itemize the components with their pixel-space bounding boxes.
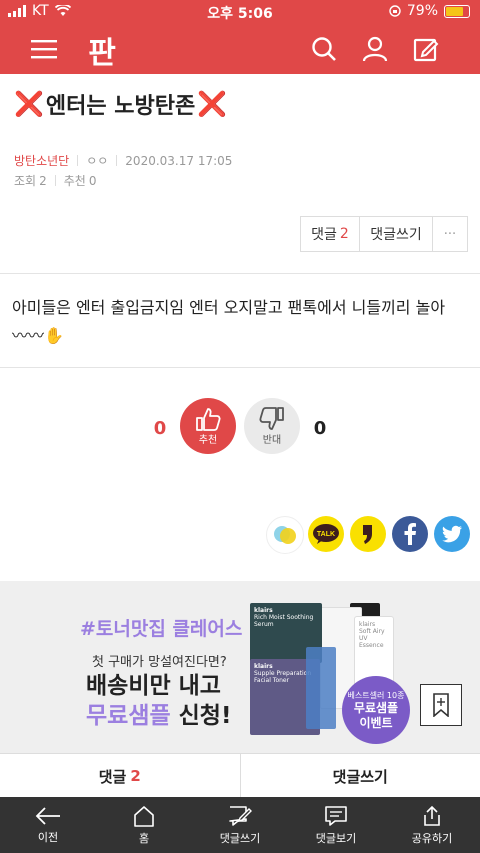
upvote-count: 0 [153, 418, 167, 439]
ad-banner[interactable] [0, 581, 480, 753]
twitter-icon [442, 525, 462, 543]
badge-line2: 이벤트 [359, 715, 393, 730]
x-mark-icon: ❌ [197, 90, 228, 118]
views-count: 2 [39, 173, 47, 188]
content-line: 〰〰✋ [12, 326, 64, 345]
ad-line2-rest: 신청! [170, 703, 232, 729]
search-button[interactable] [302, 24, 346, 74]
story-share[interactable] [350, 516, 386, 552]
thumbs-down-icon [259, 406, 284, 430]
bottom-nav: 이전 홈 댓글쓰기 댓글보기 공유하기 [0, 797, 480, 853]
divider [54, 175, 56, 186]
menu-button[interactable] [22, 24, 66, 74]
more-button[interactable]: ··· [433, 217, 467, 251]
kakaostory-share[interactable] [266, 516, 304, 554]
app-header: 판 [0, 24, 480, 74]
kakaotalk-icon: TALK [313, 524, 339, 544]
story-icon [363, 525, 372, 544]
nav-view-comments[interactable]: 댓글보기 [288, 797, 384, 853]
post-stats: 조회 2 추천 0 [14, 172, 96, 189]
nav-back[interactable]: 이전 [0, 797, 96, 853]
kakaotalk-share[interactable]: TALK [308, 516, 344, 552]
badge-line1: 무료샘플 [353, 700, 399, 715]
downvote-count: 0 [313, 418, 327, 439]
badge-small: 베스트셀러 10종 [347, 690, 405, 700]
kakaostory-icon [274, 526, 296, 544]
nav-label: 댓글보기 [315, 831, 357, 845]
post-date: 2020.03.17 17:05 [125, 153, 233, 168]
back-arrow-icon [35, 806, 60, 825]
divider [77, 155, 79, 166]
upvote-button[interactable]: 추천 [180, 398, 236, 454]
bookmark-button[interactable] [420, 684, 462, 726]
views-label: 조회 [14, 174, 37, 188]
likes-count: 0 [88, 173, 97, 188]
downvote-button[interactable]: 반대 [244, 398, 300, 454]
board-link[interactable]: 방탄소년단 [14, 152, 69, 169]
battery-percent: 79% [406, 3, 438, 19]
post-content: 아미들은 엔터 출입금지임 엔터 오지말고 팬톡에서 니들끼리 놀아 〰〰✋ [12, 294, 470, 350]
thumbs-up-icon [196, 407, 221, 431]
write-icon [413, 38, 439, 62]
bottom-write-comment-button[interactable]: 댓글쓰기 [241, 754, 480, 798]
status-bar: KT 오후 5:06 79% [0, 0, 480, 24]
ad-line2: 무료샘플 신청! [86, 696, 231, 730]
nav-share[interactable]: 공유하기 [384, 797, 480, 853]
bottom-comments-button[interactable]: 댓글 2 [0, 754, 240, 798]
product-brand: klairs [254, 607, 273, 614]
share-icon [424, 805, 440, 826]
content-line: 아미들은 엔터 출입금지임 엔터 오지말고 팬톡에서 니들끼리 놀아 [12, 298, 446, 317]
user-button[interactable] [353, 24, 397, 74]
nav-label: 댓글쓰기 [219, 831, 261, 845]
downvote-label: 반대 [262, 434, 282, 446]
nav-label: 공유하기 [411, 831, 453, 845]
status-right: 79% [389, 3, 470, 19]
search-icon [312, 37, 336, 61]
divider [0, 367, 480, 368]
divider [116, 155, 118, 166]
comments-count: 2 [130, 767, 141, 785]
twitter-share[interactable] [434, 516, 470, 552]
comments-count: 2 [339, 226, 349, 242]
ad-line1: 배송비만 내고 [86, 673, 221, 699]
nav-home[interactable]: 홈 [96, 797, 192, 853]
ad-event-badge: 베스트셀러 10종 무료샘플 이벤트 [342, 676, 410, 744]
comment-view-icon [325, 805, 347, 826]
comments-label: 댓글 [98, 767, 127, 786]
comment-button-group: 댓글 2 댓글쓰기 ··· [300, 216, 468, 252]
user-icon [362, 36, 388, 62]
facebook-icon [404, 523, 416, 545]
battery-icon [444, 4, 470, 18]
comments-label: 댓글 [311, 227, 337, 243]
nav-write-comment[interactable]: 댓글쓰기 [192, 797, 288, 853]
post-title-text: 엔터는 노방탄존 [45, 94, 196, 119]
bookmark-icon [433, 693, 449, 717]
pann-logo[interactable]: 판 [82, 30, 122, 71]
talk-label: TALK [317, 531, 335, 538]
comment-write-icon [229, 805, 252, 826]
post-author: ㅇㅇ [86, 154, 109, 168]
nav-label: 홈 [138, 831, 150, 845]
divider [0, 273, 480, 274]
ad-headline: #토너맛집 클레어스 [80, 618, 243, 640]
post-title: ❌ 엔터는 노방탄존 ❌ [14, 88, 474, 120]
home-icon [134, 805, 154, 827]
write-button[interactable] [404, 24, 448, 74]
ad-highlight: 무료샘플 [86, 703, 171, 729]
menu-icon [31, 40, 57, 59]
comments-button[interactable]: 댓글 2 [301, 217, 360, 251]
bottom-comment-bar: 댓글 2 댓글쓰기 [0, 753, 480, 798]
x-mark-icon: ❌ [14, 90, 44, 118]
post-meta: 방탄소년단 ㅇㅇ 2020.03.17 17:05 [14, 152, 232, 169]
rotation-lock-icon [389, 5, 401, 17]
product-name: Rich Moist Soothing Serum [254, 614, 314, 628]
product-brand: klairs [359, 621, 376, 628]
facebook-share[interactable] [392, 516, 428, 552]
likes-label: 추천 [63, 174, 86, 188]
upvote-label: 추천 [198, 434, 218, 446]
nav-label: 이전 [37, 830, 59, 844]
write-comment-button[interactable]: 댓글쓰기 [360, 217, 433, 251]
product-name: Soft Airy UV Essence [359, 628, 385, 649]
